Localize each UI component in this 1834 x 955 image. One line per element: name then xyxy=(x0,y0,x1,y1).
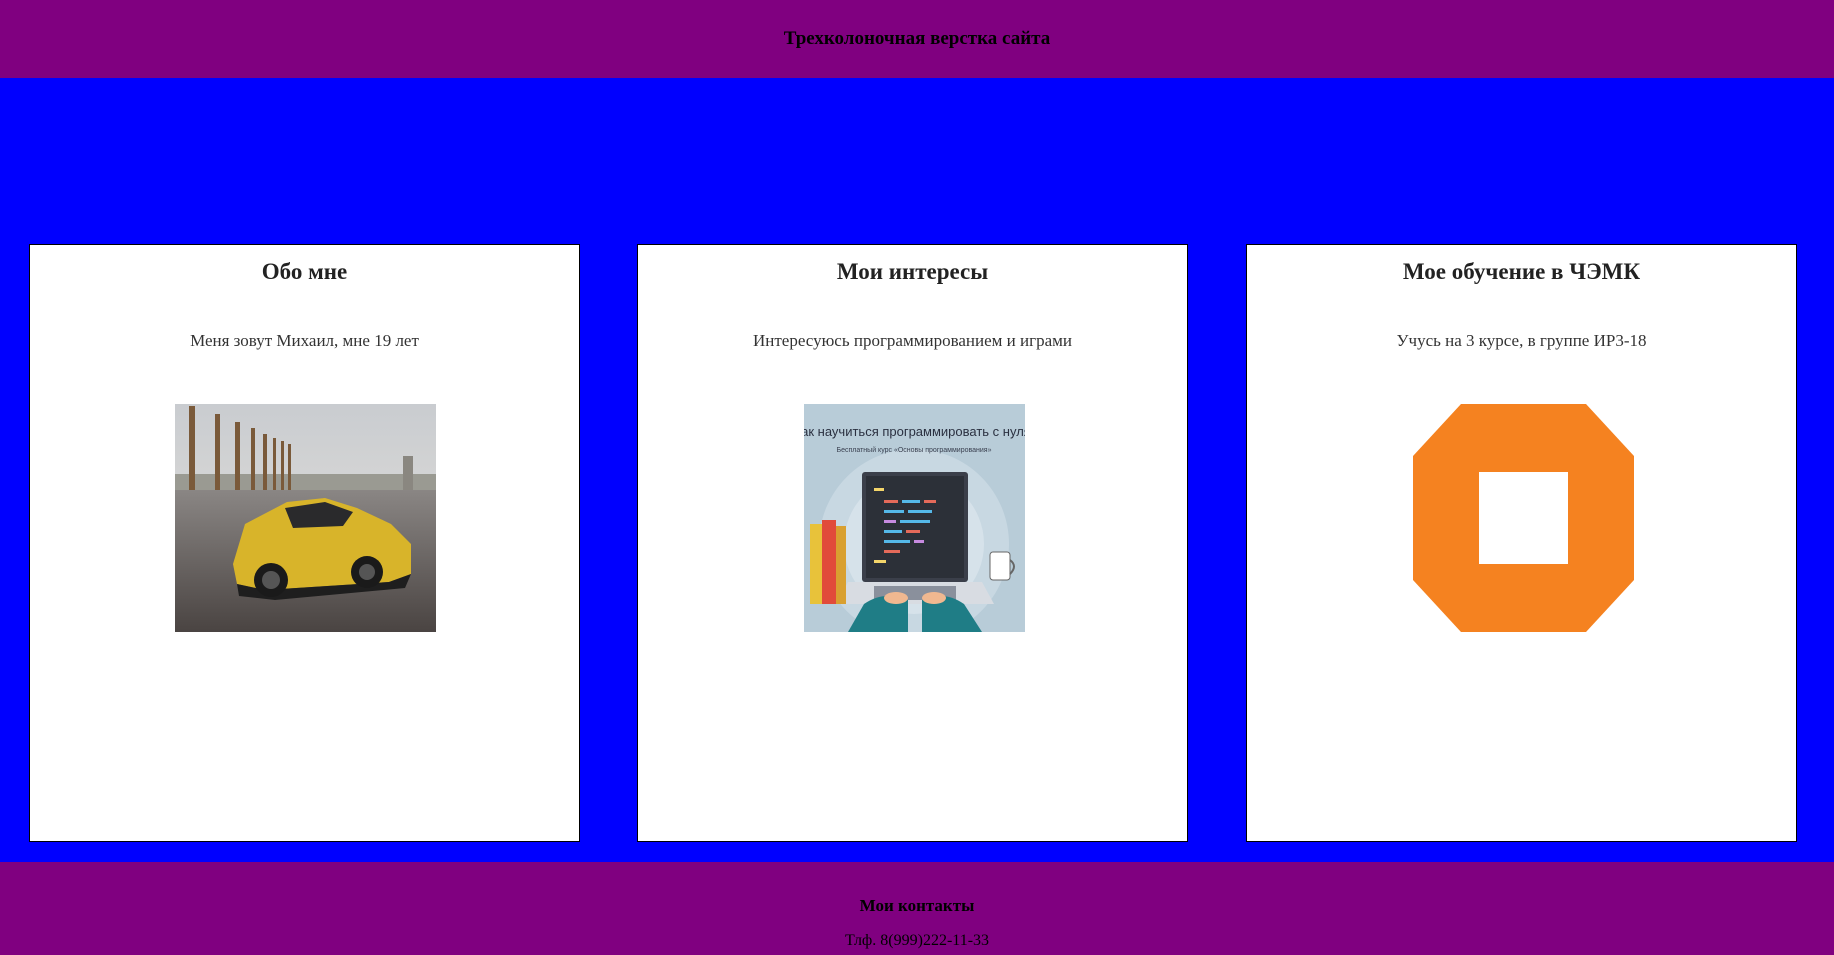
column-title: Мое обучение в ЧЭМК xyxy=(1402,259,1641,284)
column-title: Мои интересы xyxy=(836,259,989,284)
content-area: Обо мне Меня зовут Михаил, мне 19 лет Мо… xyxy=(0,78,1834,862)
column-text: Интересуюсь программированием и играми xyxy=(752,331,1073,350)
contacts-title: Мои контакты xyxy=(859,896,975,915)
column-education: Мое обучение в ЧЭМК Учусь на 3 курсе, в … xyxy=(1246,244,1797,842)
programming-course-image: Как научиться программировать с нуля! Бе… xyxy=(804,404,1025,632)
column-text: Меня зовут Михаил, мне 19 лет xyxy=(190,331,419,350)
page-title: Трехколоночная верстка сайта xyxy=(783,28,1051,49)
image-caption-title: Как научиться программировать с нуля! xyxy=(804,424,1025,439)
car-image xyxy=(175,404,436,632)
column-interests: Мои интересы Интересуюсь программировани… xyxy=(637,244,1188,842)
page: Трехколоночная верстка сайта Обо мне Мен… xyxy=(0,0,1834,955)
site-footer: Мои контакты Тлф. 8(999)222-11-33 xyxy=(0,862,1834,955)
image-caption-subtitle: Бесплатный курс «Основы программирования… xyxy=(837,446,992,454)
column-title: Обо мне xyxy=(261,259,348,284)
octagon-logo-image xyxy=(1413,404,1634,632)
column-text: Учусь на 3 курсе, в группе ИР3-18 xyxy=(1396,331,1647,350)
column-about: Обо мне Меня зовут Михаил, мне 19 лет xyxy=(29,244,580,842)
contacts-phone: Тлф. 8(999)222-11-33 xyxy=(844,932,990,949)
site-header: Трехколоночная верстка сайта xyxy=(0,0,1834,78)
